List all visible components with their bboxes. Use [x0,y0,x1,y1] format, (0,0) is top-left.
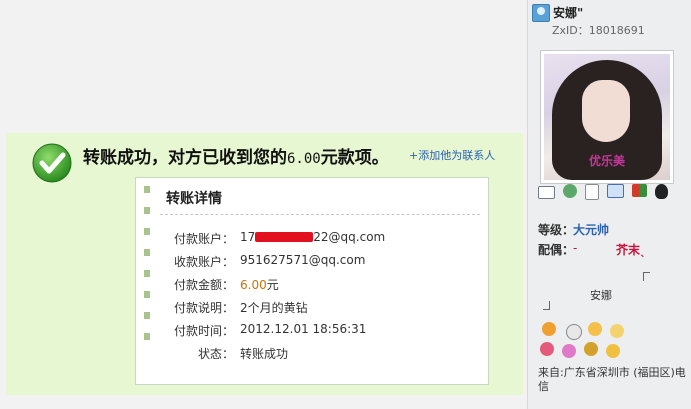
rank-label: 等级： [538,223,575,237]
medal-icon[interactable] [542,322,556,336]
success-amount: 6.00 [287,151,321,167]
quote-corner-icon [543,301,550,310]
avatar-caption: 优乐美 [589,154,626,168]
redaction-mark [255,232,314,242]
spouse-label: 配偶： [538,243,575,257]
ribbon-icon[interactable] [588,322,602,336]
amount-row: 付款金额： 6.00元 [136,276,488,296]
payment-time-label: 付款时间： [173,324,234,338]
card-icon[interactable] [607,184,625,198]
spouse-name[interactable]: 芥末ˎ [616,241,646,258]
add-contact-link[interactable]: +添加他为联系人 [409,147,495,163]
success-message-suffix: 元款项。 [320,148,389,168]
status-label: 状态： [197,347,234,361]
user-id: ZxID：18018691 [552,24,645,37]
payee-account-label: 收款账户： [173,255,234,269]
qq-icon[interactable] [655,184,669,199]
medal-badges [538,322,628,362]
flower-icon[interactable] [540,342,554,356]
status-row: 状态： 转账成功 [136,345,488,365]
spouse-separator: - [573,241,578,255]
payment-time-value: 2012.12.01 18:56:31 [240,322,367,336]
coins-icon[interactable] [584,342,598,356]
quote-corner-icon [643,272,650,281]
user-profile-sidebar: 安娜" ZxID：18018691 优乐美 等级： 大元帅 配偶： - 芥末ˎ … [527,0,691,409]
heart-icon[interactable] [562,344,576,358]
signature-text: 安娜 [590,289,612,302]
amount-label: 付款金额： [173,278,234,292]
profile-action-bar [538,184,671,206]
payee-account-row: 收款账户： 951627571@qq.com [136,253,488,273]
avatar[interactable]: 优乐美 [540,50,674,184]
details-title: 转账详情 [166,191,222,207]
add-friend-icon[interactable] [563,184,578,198]
payment-note-label: 付款说明： [173,301,234,315]
payment-note-row: 付款说明： 2个月的黄钻 [136,299,488,319]
sun-icon[interactable] [606,344,620,358]
payment-note-value: 2个月的黄钻 [240,301,308,315]
document-icon[interactable] [585,184,600,200]
success-message-text: 转账成功，对方已收到您的 [83,148,287,168]
details-divider [160,214,480,215]
success-message: 转账成功，对方已收到您的6.00元款项。 [83,143,389,168]
bow-icon[interactable] [566,324,582,340]
trophy-icon[interactable] [610,324,624,338]
status-value: 转账成功 [240,347,289,361]
payee-account-value: 951627571@qq.com [240,253,366,267]
checkmark-icon [32,143,72,183]
payer-account-value: 17 22@qq.com [240,230,386,244]
username[interactable]: 安娜" [553,4,583,21]
payment-time-row: 付款时间： 2012.12.01 18:56:31 [136,322,488,342]
rank-value: 大元帅 [573,223,610,237]
user-icon [532,4,550,22]
payer-account-row: 付款账户： 17 22@qq.com [136,230,488,250]
amount-value: 6.00元 [240,278,279,292]
avatar-image: 优乐美 [544,54,670,180]
user-location: 来自:广东省深圳市 (福田区)电信 [538,366,686,393]
group-icon[interactable] [632,184,648,197]
transfer-details-panel: 转账详情 付款账户： 17 22@qq.com 收款账户： 951627571@q… [135,177,489,385]
payer-account-label: 付款账户： [173,232,234,246]
mail-icon[interactable] [538,186,555,199]
